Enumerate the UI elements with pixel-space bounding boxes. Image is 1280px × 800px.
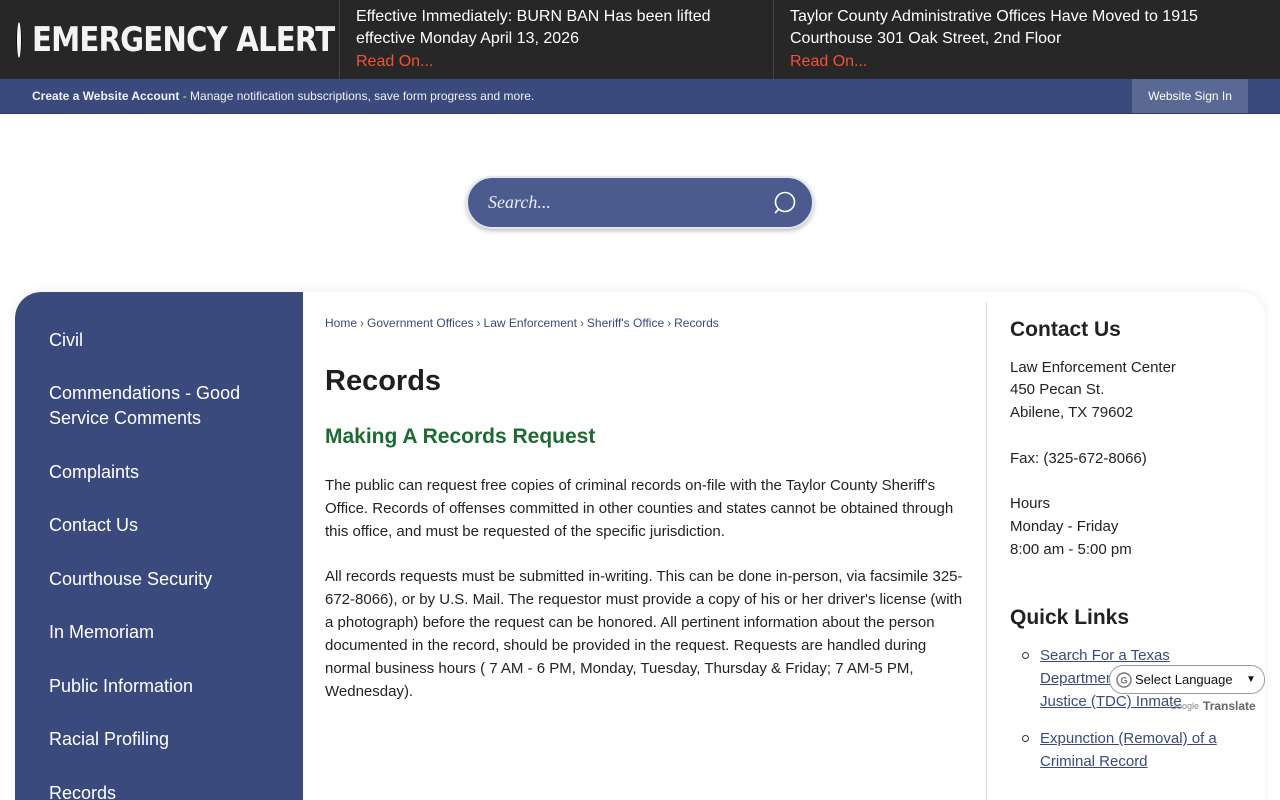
sidebar-nav: Civil Commendations - Good Service Comme…: [15, 292, 303, 800]
sidebar-item-complaints[interactable]: Complaints: [49, 460, 269, 485]
quick-links-heading: Quick Links: [1010, 606, 1130, 629]
breadcrumb-sheriffs-office[interactable]: Sheriff's Office: [587, 316, 664, 330]
records-paragraph: All records requests must be submitted i…: [325, 568, 963, 700]
svg-text:G: G: [1120, 675, 1127, 685]
emergency-alert-label: EMERGENCY ALERT: [0, 0, 340, 79]
quick-link-expunction[interactable]: Expunction (Removal) of a Criminal Recor…: [1040, 727, 1230, 773]
sidebar-item-civil[interactable]: Civil: [49, 328, 269, 353]
emergency-alert-bar: EMERGENCY ALERT Effective Immediately: B…: [0, 0, 1280, 79]
account-prompt: Create a Website Account - Manage notifi…: [32, 89, 534, 103]
breadcrumb-home[interactable]: Home: [325, 316, 357, 330]
create-account-link[interactable]: Create a Website Account: [32, 89, 179, 103]
account-bar: Create a Website Account - Manage notifi…: [0, 79, 1280, 114]
powered-by-google-translate: Google Translate: [1170, 699, 1256, 713]
hours-label: Hours: [1010, 495, 1051, 512]
breadcrumb-separator: ›: [476, 316, 481, 330]
hours-days: Monday - Friday: [1010, 518, 1119, 535]
contact-street: 450 Pecan St.: [1010, 381, 1105, 398]
alert-item-offices-moved: Taylor County Administrative Offices Hav…: [774, 0, 1280, 79]
alert-read-on-link[interactable]: Read On...: [356, 51, 433, 73]
google-translate-icon: G: [1116, 671, 1132, 688]
alert-read-on-link[interactable]: Read On...: [790, 51, 867, 73]
sidebar-item-contact-us[interactable]: Contact Us: [49, 513, 269, 538]
list-bullet-icon: [1022, 735, 1029, 742]
create-account-description: - Manage notification subscriptions, sav…: [179, 89, 535, 103]
alert-item-burn-ban: Effective Immediately: BURN BAN Has been…: [340, 0, 774, 79]
alert-item-text: Taylor County Administrative Offices Hav…: [790, 8, 1198, 47]
page-title: Records: [325, 365, 442, 397]
website-sign-in-button[interactable]: Website Sign In: [1132, 79, 1248, 113]
alert-item-text: Effective Immediately: BURN BAN Has been…: [356, 8, 711, 47]
google-logo-text: Google: [1170, 701, 1200, 711]
column-divider: [986, 302, 987, 800]
records-paragraph: The public can request free copies of cr…: [325, 477, 954, 540]
sidebar-item-racial-profiling[interactable]: Racial Profiling: [49, 727, 269, 752]
contact-heading: Contact Us: [1010, 318, 1121, 341]
sidebar-item-records[interactable]: Records: [49, 781, 269, 800]
sidebar-item-commendations[interactable]: Commendations - Good Service Comments: [49, 381, 269, 431]
main-container: Civil Commendations - Good Service Comme…: [15, 292, 1265, 800]
search-input[interactable]: Search...: [488, 192, 551, 213]
search-icon[interactable]: [774, 191, 798, 215]
breadcrumb-government-offices[interactable]: Government Offices: [367, 316, 474, 330]
contact-city: Abilene, TX 79602: [1010, 404, 1134, 421]
breadcrumb: Home › Government Offices › Law Enforcement ›…: [325, 316, 719, 330]
sidebar-item-in-memoriam[interactable]: In Memoriam: [49, 620, 269, 645]
section-subtitle: Making A Records Request: [325, 425, 596, 448]
breadcrumb-separator: ›: [667, 316, 672, 330]
sidebar-item-public-information[interactable]: Public Information: [49, 674, 269, 699]
breadcrumb-records[interactable]: Records: [674, 316, 719, 330]
breadcrumb-law-enforcement[interactable]: Law Enforcement: [484, 316, 577, 330]
list-bullet-icon: [1022, 652, 1029, 659]
chevron-down-icon: ▼: [1246, 674, 1256, 685]
alert-beacon-icon: [17, 21, 21, 58]
contact-fax: Fax: (325-672-8066): [1010, 450, 1147, 467]
hours-time: 8:00 am - 5:00 pm: [1010, 541, 1132, 558]
sidebar-item-courthouse-security[interactable]: Courthouse Security: [49, 567, 269, 592]
emergency-alert-title: EMERGENCY ALERT: [32, 19, 335, 60]
translate-label[interactable]: Translate: [1203, 699, 1256, 713]
breadcrumb-separator: ›: [360, 316, 365, 330]
contact-name: Law Enforcement Center: [1010, 359, 1176, 376]
site-search-box[interactable]: Search...: [466, 176, 814, 229]
breadcrumb-separator: ›: [579, 316, 584, 330]
language-select-label: Select Language: [1135, 672, 1233, 687]
language-select[interactable]: G Select Language ▼: [1109, 665, 1265, 694]
